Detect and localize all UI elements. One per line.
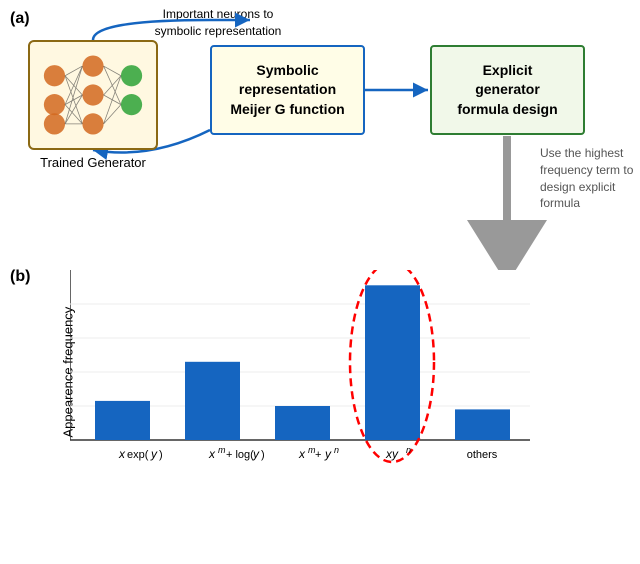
- bar-4-highlighted: [365, 285, 420, 440]
- svg-text:x: x: [208, 447, 216, 461]
- svg-text:n: n: [406, 445, 411, 455]
- symbolic-box-text: SymbolicrepresentationMeijer G function: [230, 61, 344, 120]
- bar-chart: 0.5 0.4 0.3 0.2 0.1 0 x e: [70, 270, 560, 470]
- svg-text:): ): [261, 449, 265, 461]
- symbolic-box: SymbolicrepresentationMeijer G function: [210, 45, 365, 135]
- svg-text:n: n: [334, 445, 339, 455]
- svg-text:xy: xy: [385, 447, 399, 461]
- svg-text:y: y: [252, 447, 260, 461]
- arrow-label: Important neurons tosymbolic representat…: [148, 6, 288, 40]
- bar-1: [95, 401, 150, 440]
- svg-text:others: others: [467, 449, 498, 461]
- svg-text:x: x: [118, 447, 126, 461]
- trained-generator-label: Trained Generator: [38, 155, 148, 170]
- svg-text:x: x: [298, 447, 306, 461]
- neural-network-diagram: [30, 42, 156, 148]
- explicit-generator-box: Explicitgeneratorformula design: [430, 45, 585, 135]
- bar-2: [185, 362, 240, 440]
- explicit-box-text: Explicitgeneratorformula design: [457, 61, 557, 120]
- svg-text:y: y: [150, 447, 158, 461]
- diagram-section: (a) Important neurons tosymbolic represe…: [0, 0, 640, 270]
- svg-text:exp(: exp(: [127, 449, 149, 461]
- svg-text:+: +: [315, 449, 321, 461]
- section-a-label: (a): [10, 10, 30, 28]
- chart-section: (b) Appearence frequency 0.5 0.4 0.3: [0, 260, 640, 564]
- section-b-label: (b): [10, 268, 30, 286]
- gray-arrow-annotation: Use the highestfrequency term todesign e…: [540, 145, 635, 212]
- bar-3: [275, 406, 330, 440]
- svg-text:): ): [159, 449, 163, 461]
- svg-text:+ log(: + log(: [226, 449, 254, 461]
- chart-svg: 0.5 0.4 0.3 0.2 0.1 0 x e: [70, 270, 560, 470]
- neural-network-box: [28, 40, 158, 150]
- svg-text:m: m: [218, 445, 226, 455]
- svg-text:y: y: [324, 447, 332, 461]
- bar-5: [455, 409, 510, 440]
